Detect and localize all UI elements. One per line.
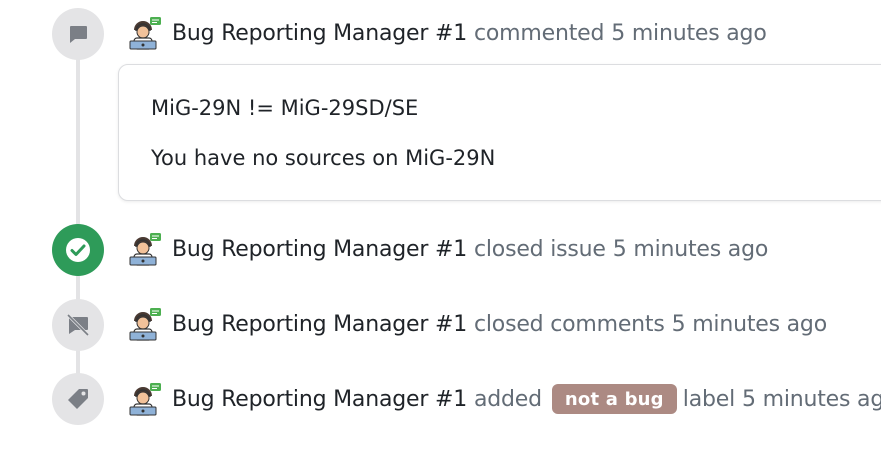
tag-badge [52, 373, 104, 425]
actor-name[interactable]: Bug Reporting Manager #1 [172, 312, 467, 337]
label-badge[interactable]: not a bug [551, 384, 677, 414]
event-time[interactable]: 5 minutes ago [613, 237, 769, 262]
avatar[interactable] [128, 232, 162, 266]
event-action-suffix: label [682, 386, 735, 412]
avatar[interactable] [128, 382, 162, 416]
actor-name[interactable]: Bug Reporting Manager #1 [172, 21, 467, 46]
event-header: Bug Reporting Manager #1 commented 5 min… [172, 16, 767, 50]
comment-body: MiG-29N != MiG-29SD/SE You have no sourc… [118, 64, 881, 201]
event-action: closed issue [474, 236, 606, 262]
event-time[interactable]: 5 minutes ago [611, 21, 767, 46]
comment-disabled-badge [52, 299, 104, 351]
event-header: Bug Reporting Manager #1 added not a bug… [172, 382, 881, 416]
tag-icon [68, 389, 88, 409]
comment-disabled-icon [66, 313, 90, 337]
check-circle-icon [66, 238, 90, 262]
comment-icon-badge [52, 8, 104, 60]
comment-icon [70, 26, 87, 43]
actor-name[interactable]: Bug Reporting Manager #1 [172, 237, 467, 262]
event-header: Bug Reporting Manager #1 closed issue 5 … [172, 232, 768, 266]
event-action: commented [474, 20, 605, 46]
comment-line: You have no sources on MiG-29N [151, 146, 496, 170]
event-header: Bug Reporting Manager #1 closed comments… [172, 307, 827, 341]
avatar[interactable] [128, 307, 162, 341]
closed-issue-badge [52, 224, 104, 276]
event-action: added [474, 386, 542, 412]
avatar[interactable] [128, 16, 162, 50]
comment-line: MiG-29N != MiG-29SD/SE [151, 96, 419, 120]
actor-name[interactable]: Bug Reporting Manager #1 [172, 387, 467, 412]
event-time[interactable]: 5 minutes ago [742, 387, 881, 412]
event-action: closed comments [474, 311, 665, 337]
issue-timeline: Bug Reporting Manager #1 commented 5 min… [0, 0, 881, 449]
event-time[interactable]: 5 minutes ago [672, 312, 828, 337]
